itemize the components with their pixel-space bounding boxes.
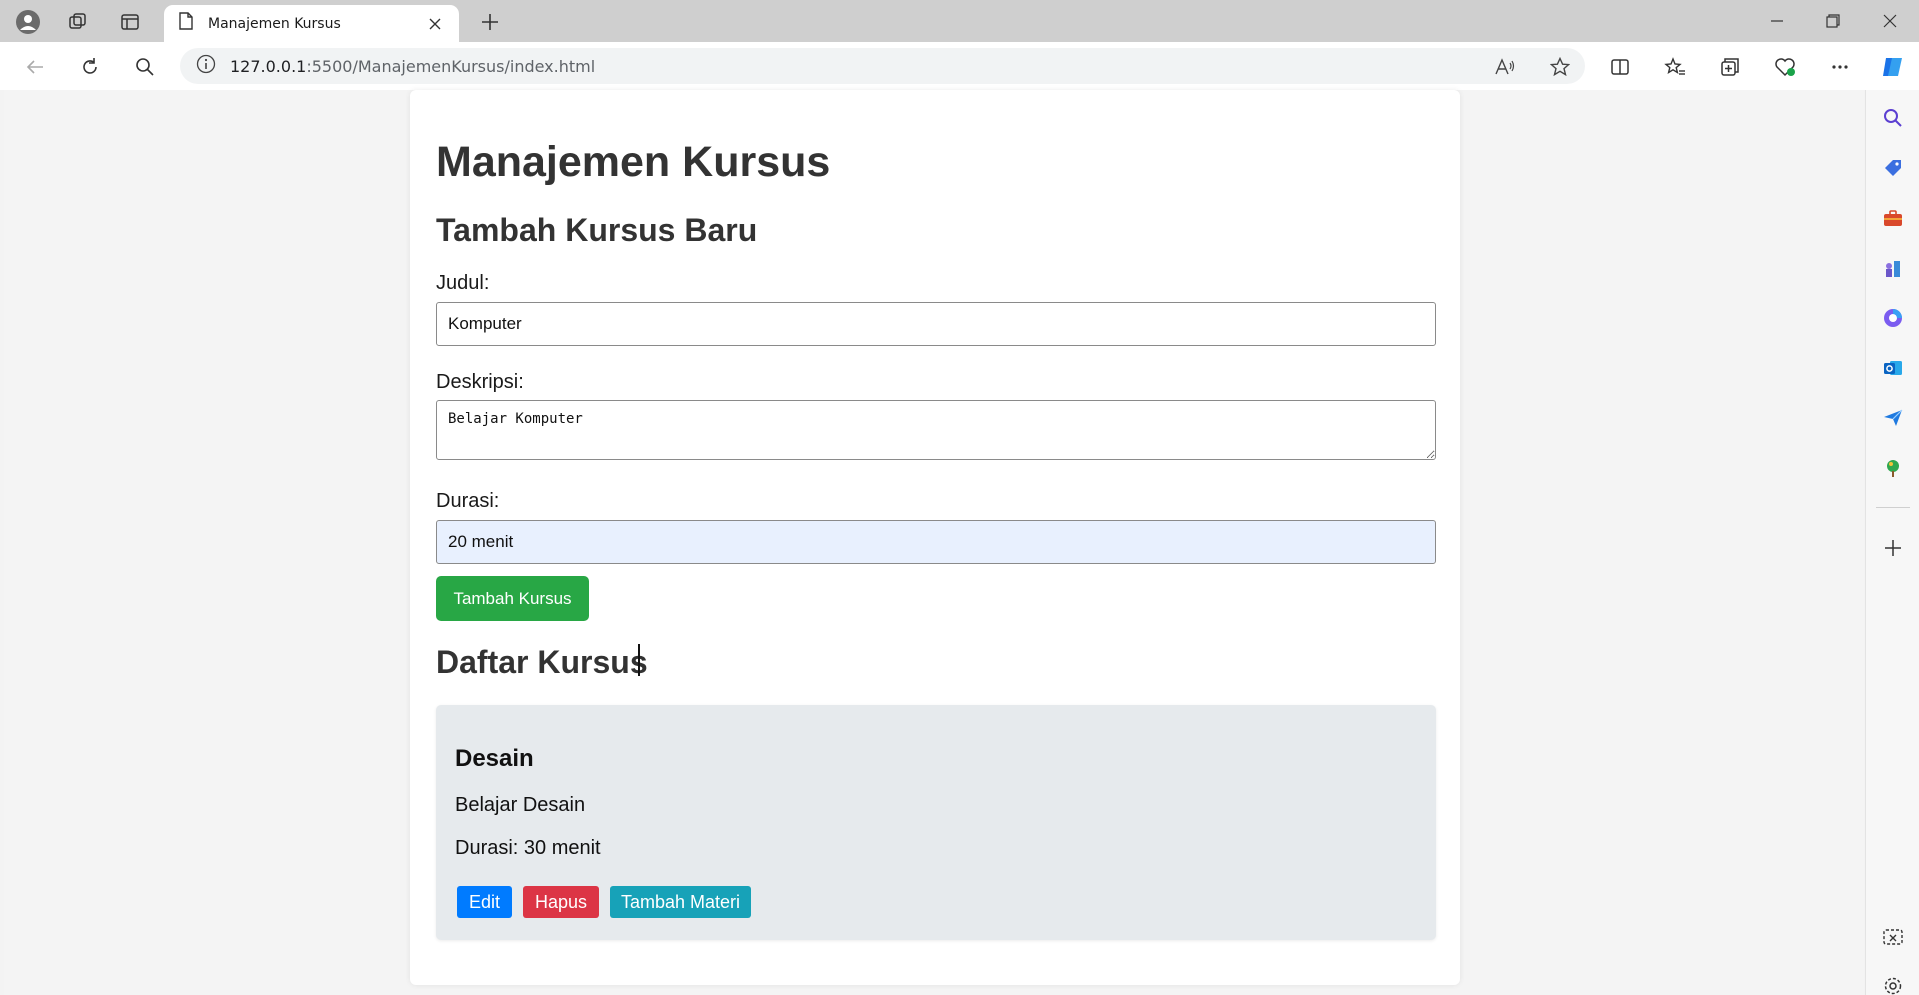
tab-manajemen-kursus[interactable]: Manajemen Kursus (164, 5, 459, 42)
site-info-icon[interactable] (196, 54, 216, 79)
tambah-kursus-button[interactable]: Tambah Kursus (436, 576, 589, 621)
course-card: Desain Belajar Desain Durasi: 30 menit E… (436, 705, 1436, 940)
judul-label: Judul: (436, 272, 490, 294)
durasi-label: Durasi: (436, 490, 500, 512)
sidebar-settings-icon[interactable] (1881, 974, 1905, 995)
more-options-icon[interactable] (1825, 52, 1855, 82)
split-screen-icon[interactable] (1605, 52, 1635, 82)
copilot-icon[interactable] (1878, 52, 1908, 82)
edge-sidebar (1865, 90, 1919, 995)
form-heading: Tambah Kursus Baru (436, 212, 758, 248)
back-icon[interactable] (20, 52, 50, 82)
favorite-star-icon[interactable] (1545, 52, 1575, 82)
edit-button[interactable]: Edit (457, 886, 512, 918)
course-title: Desain (455, 745, 534, 772)
add-sidebar-app-icon[interactable] (1881, 536, 1905, 560)
hapus-button[interactable]: Hapus (523, 886, 599, 918)
judul-input[interactable] (436, 302, 1436, 346)
text-cursor (638, 644, 640, 676)
close-tab-icon[interactable] (425, 14, 445, 34)
page-viewport: Manajemen Kursus Tambah Kursus Baru Judu… (4, 90, 1864, 995)
list-heading: Daftar Kursus (436, 644, 648, 680)
screenshot-icon[interactable] (1881, 926, 1905, 950)
tree-icon[interactable] (1881, 456, 1905, 480)
microsoft-365-icon[interactable] (1881, 306, 1905, 330)
deskripsi-textarea[interactable]: Belajar Komputer (436, 400, 1436, 460)
workspaces-icon[interactable] (64, 8, 92, 36)
tools-briefcase-icon[interactable] (1881, 206, 1905, 230)
sidebar-search-icon[interactable] (1881, 106, 1905, 130)
tambah-materi-button[interactable]: Tambah Materi (610, 886, 751, 918)
browser-toolbar: 127.0.0.1:5500/ManajemenKursus/index.htm… (0, 42, 1919, 90)
new-tab-icon[interactable] (478, 10, 502, 34)
search-icon[interactable] (130, 52, 160, 82)
page-icon (178, 12, 194, 35)
games-icon[interactable] (1881, 256, 1905, 280)
durasi-input[interactable] (436, 520, 1436, 564)
url-text: 127.0.0.1:5500/ManajemenKursus/index.htm… (230, 56, 596, 76)
tab-actions-icon[interactable] (116, 8, 144, 36)
favorites-icon[interactable] (1660, 52, 1690, 82)
restore-icon[interactable] (1819, 8, 1847, 34)
page-title: Manajemen Kursus (436, 138, 831, 186)
shopping-tag-icon[interactable] (1881, 156, 1905, 180)
refresh-icon[interactable] (75, 52, 105, 82)
send-icon[interactable] (1881, 406, 1905, 430)
collections-icon[interactable] (1715, 52, 1745, 82)
browser-essentials-icon[interactable] (1770, 52, 1800, 82)
minimize-icon[interactable] (1763, 8, 1791, 34)
address-bar[interactable]: 127.0.0.1:5500/ManajemenKursus/index.htm… (180, 48, 1585, 84)
read-aloud-icon[interactable] (1490, 52, 1520, 82)
browser-titlebar: Manajemen Kursus (0, 0, 1919, 42)
course-description: Belajar Desain (455, 794, 586, 816)
main-container: Manajemen Kursus Tambah Kursus Baru Judu… (410, 90, 1460, 985)
tab-title: Manajemen Kursus (208, 15, 341, 32)
outlook-icon[interactable] (1881, 356, 1905, 380)
close-window-icon[interactable] (1876, 8, 1904, 34)
course-duration: Durasi: 30 menit (455, 837, 601, 859)
deskripsi-label: Deskripsi: (436, 371, 524, 393)
sidebar-divider (1876, 507, 1910, 508)
profile-icon[interactable] (14, 8, 42, 36)
